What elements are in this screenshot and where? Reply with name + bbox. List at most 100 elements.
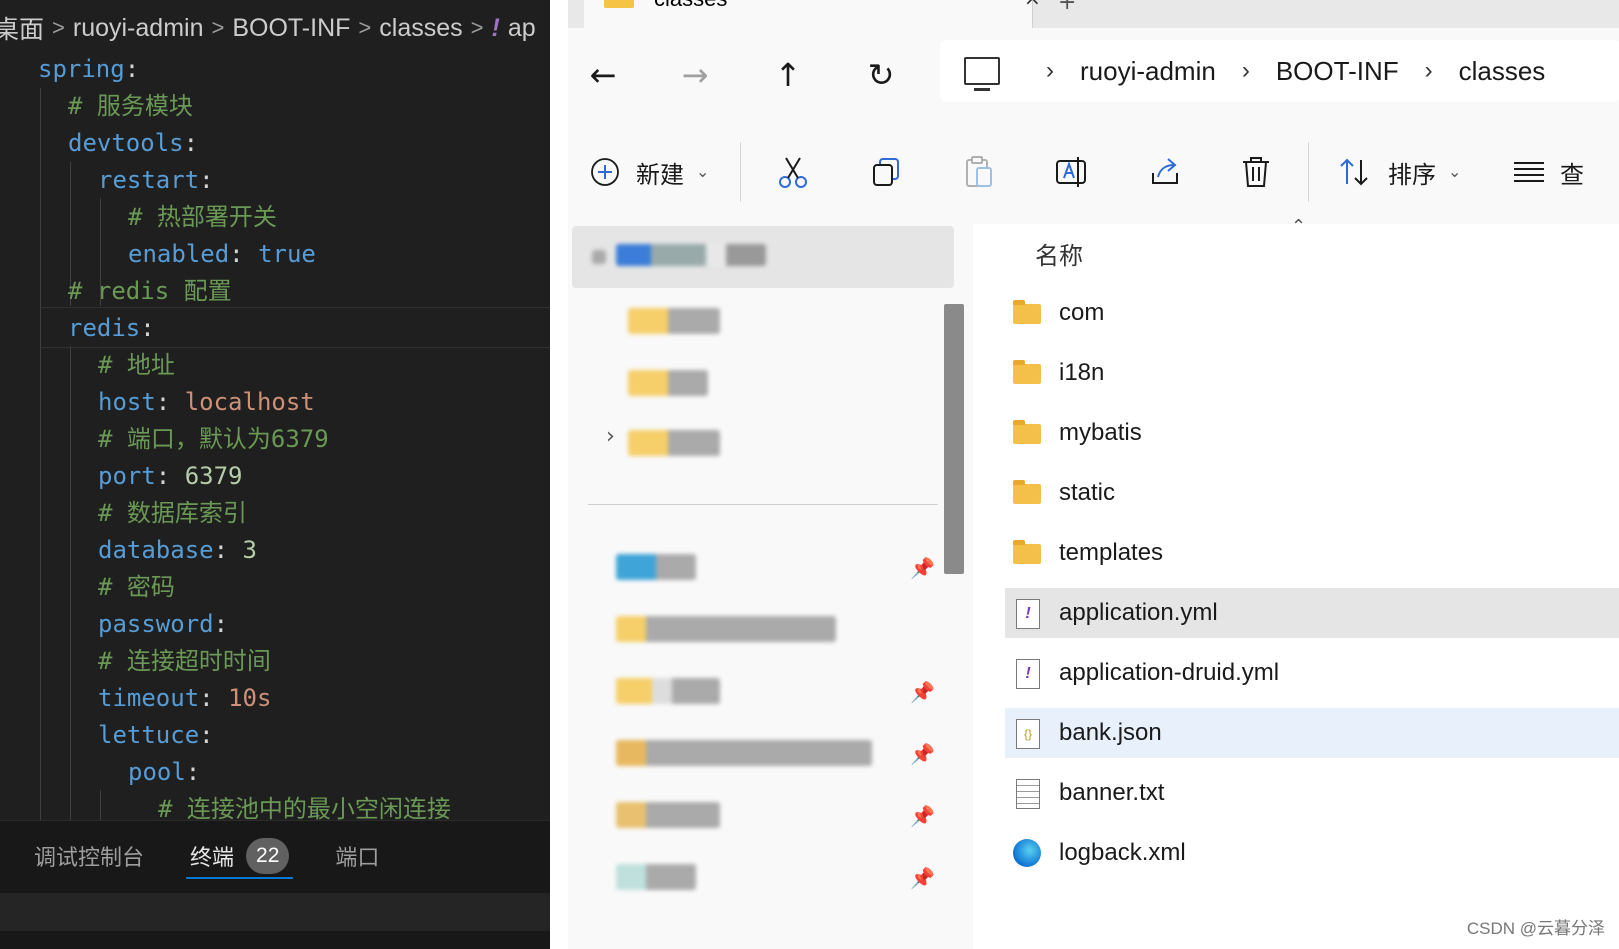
pin-icon[interactable]: 📌 xyxy=(910,680,935,704)
address-segment-ruoyi-admin[interactable]: ruoyi-admin xyxy=(1080,56,1216,87)
blurred-quick-access-item[interactable] xyxy=(616,740,872,766)
folder-icon xyxy=(1013,478,1043,508)
new-button[interactable]: 新建 ⌄ xyxy=(590,148,709,196)
code-line[interactable]: timeout: 10s xyxy=(98,679,271,717)
explorer-tab[interactable]: classes × xyxy=(584,0,1041,28)
file-row-i18n[interactable]: i18n xyxy=(1005,348,1619,398)
paste-button[interactable] xyxy=(963,148,995,196)
yaml-key: devtools xyxy=(68,129,184,157)
code-line[interactable]: # 数据库索引 xyxy=(98,494,247,532)
sort-button[interactable]: 排序 ⌄ xyxy=(1338,148,1461,196)
code-line[interactable]: pool: xyxy=(128,753,200,791)
code-line[interactable]: # 密码 xyxy=(98,568,175,606)
chevron-right-icon[interactable]: › xyxy=(1425,57,1433,85)
pin-icon[interactable]: 📌 xyxy=(910,742,935,766)
breadcrumb-item-file[interactable]: ap xyxy=(508,14,536,43)
blurred-nav-item[interactable] xyxy=(628,430,720,456)
view-button[interactable]: 查 xyxy=(1512,148,1584,196)
pin-icon[interactable]: 📌 xyxy=(910,866,935,890)
blurred-quick-access-item[interactable] xyxy=(616,864,696,890)
address-segment-classes[interactable]: classes xyxy=(1459,56,1546,87)
code-line[interactable]: # 地址 xyxy=(98,346,175,384)
blurred-nav-item[interactable] xyxy=(628,370,708,396)
code-editor[interactable]: 桌面 > ruoyi-admin > BOOT-INF > classes > … xyxy=(0,0,568,949)
chevron-right-icon[interactable]: › xyxy=(1046,57,1054,85)
breadcrumb-separator: > xyxy=(358,15,372,40)
copy-button[interactable] xyxy=(870,148,902,196)
breadcrumb-item-classes[interactable]: classes xyxy=(379,14,462,43)
code-line[interactable]: # 热部署开关 xyxy=(128,198,277,236)
forward-button[interactable]: → xyxy=(670,50,720,100)
pin-icon[interactable]: 📌 xyxy=(910,804,935,828)
column-header-name[interactable]: 名称 xyxy=(1035,236,1083,271)
chevron-down-icon: ⌄ xyxy=(696,164,710,181)
expand-chevron-icon[interactable]: › xyxy=(606,424,615,449)
code-line[interactable]: # 连接池中的最小空闲连接 xyxy=(158,790,451,820)
breadcrumb-item-boot-inf[interactable]: BOOT-INF xyxy=(232,14,350,43)
file-row-static[interactable]: static xyxy=(1005,468,1619,518)
file-row-banner-txt[interactable]: banner.txt xyxy=(1005,768,1619,818)
blurred-quick-access-item[interactable] xyxy=(616,616,836,642)
file-row-bank-json[interactable]: {} bank.json xyxy=(1005,708,1619,758)
share-button[interactable] xyxy=(1148,148,1182,196)
blurred-quick-access-item[interactable] xyxy=(616,802,720,828)
blurred-nav-item[interactable] xyxy=(616,244,766,266)
code-line[interactable]: # 端口，默认为6379 xyxy=(98,420,329,458)
new-button-label: 新建 xyxy=(636,161,684,189)
breadcrumb-separator: > xyxy=(470,15,484,40)
blurred-nav-item[interactable] xyxy=(628,308,720,334)
folder-icon xyxy=(1013,538,1043,568)
delete-button[interactable] xyxy=(1240,148,1272,196)
close-tab-button[interactable]: × xyxy=(1024,0,1041,10)
code-line[interactable]: enabled: true xyxy=(128,235,316,273)
address-bar[interactable]: › ruoyi-admin › BOOT-INF › classes xyxy=(940,40,1619,102)
file-name: banner.txt xyxy=(1059,779,1165,806)
code-line[interactable]: host: localhost xyxy=(98,383,315,421)
code-token: : xyxy=(199,721,214,749)
code-area[interactable]: spring: # 服务模块 devtools: restart: # 热部署开关 ena… xyxy=(0,50,568,820)
new-tab-button[interactable]: + xyxy=(1058,0,1076,15)
file-row-application-yml[interactable]: ! application.yml xyxy=(1005,588,1619,638)
pin-icon[interactable]: 📌 xyxy=(910,556,935,580)
yaml-key: timeout xyxy=(98,684,200,712)
file-row-com[interactable]: com xyxy=(1005,288,1619,338)
address-segment-boot-inf[interactable]: BOOT-INF xyxy=(1276,56,1399,87)
code-line[interactable]: devtools: xyxy=(68,124,198,162)
blurred-quick-access-item[interactable] xyxy=(616,678,720,704)
code-line[interactable]: lettuce: xyxy=(98,716,214,754)
file-row-logback-xml[interactable]: logback.xml xyxy=(1005,828,1619,878)
code-line[interactable]: database: 3 xyxy=(98,531,257,569)
code-line[interactable]: password: xyxy=(98,605,228,643)
code-token: true xyxy=(258,240,316,268)
breadcrumb-item-ruoyi-admin[interactable]: ruoyi-admin xyxy=(73,14,204,43)
code-line[interactable]: redis: xyxy=(68,309,155,347)
rename-button[interactable] xyxy=(1054,148,1088,196)
panel-body[interactable] xyxy=(0,893,568,931)
back-button[interactable]: ← xyxy=(578,50,628,100)
nav-pane-scrollbar[interactable] xyxy=(944,304,964,574)
code-line[interactable]: # 服务模块 xyxy=(68,87,193,125)
navigation-pane[interactable]: › 📌 📌 📌 📌 📌 xyxy=(568,224,973,949)
code-line[interactable]: restart: xyxy=(98,161,214,199)
file-row-application-druid-yml[interactable]: ! application-druid.yml xyxy=(1005,648,1619,698)
file-row-mybatis[interactable]: mybatis xyxy=(1005,408,1619,458)
code-line[interactable]: port: 6379 xyxy=(98,457,243,495)
file-list[interactable]: 名称 ⌃ com i18n mybatis static templates! appli… xyxy=(973,216,1619,949)
copy-icon xyxy=(873,158,899,186)
code-line[interactable]: # 连接超时时间 xyxy=(98,642,271,680)
chevron-right-icon[interactable]: › xyxy=(1242,57,1250,85)
scissors-icon xyxy=(779,157,807,188)
code-line[interactable]: # redis 配置 xyxy=(68,272,232,310)
tab-terminal[interactable]: 终端 22 xyxy=(186,821,294,891)
breadcrumb-item-desktop[interactable]: 桌面 xyxy=(0,10,44,46)
file-name: static xyxy=(1059,479,1116,506)
code-line[interactable]: spring: xyxy=(38,50,139,88)
blurred-quick-access-item[interactable] xyxy=(616,554,696,580)
tab-ports[interactable]: 端口 xyxy=(335,821,379,891)
file-row-templates[interactable]: templates xyxy=(1005,528,1619,578)
refresh-button[interactable]: ↻ xyxy=(856,50,906,100)
cut-button[interactable] xyxy=(776,148,810,196)
up-button[interactable]: ↑ xyxy=(763,50,813,100)
this-pc-icon[interactable] xyxy=(964,57,1000,91)
tab-debug-console[interactable]: 调试控制台 xyxy=(34,821,144,891)
